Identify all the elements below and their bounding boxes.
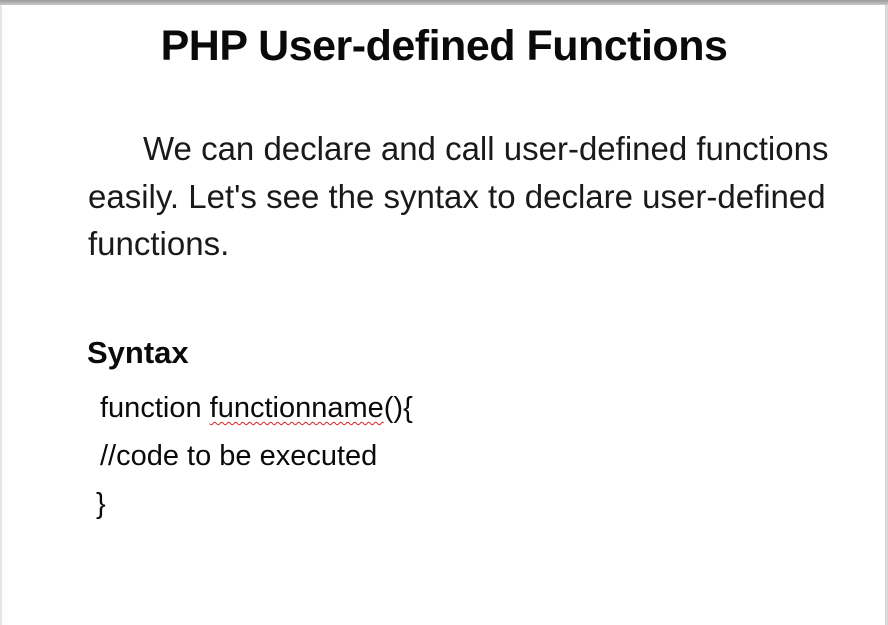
window-top-bar — [0, 0, 888, 5]
window-left-edge — [0, 5, 2, 625]
code-line-closing-brace: } — [96, 488, 106, 520]
code-line-comment: //code to be executed — [100, 440, 378, 472]
intro-text: We can declare and call user-defined fun… — [88, 130, 829, 262]
slide-title: PHP User-defined Functions — [160, 22, 728, 70]
code-keyword: function — [100, 392, 210, 424]
intro-paragraph: We can declare and call user-defined fun… — [88, 125, 848, 268]
code-parens-brace: (){ — [383, 392, 413, 424]
syntax-heading: Syntax — [87, 335, 189, 370]
spellcheck-flagged-word: functionname — [209, 392, 384, 424]
code-line-function-declaration: function functionname(){ — [100, 390, 413, 426]
